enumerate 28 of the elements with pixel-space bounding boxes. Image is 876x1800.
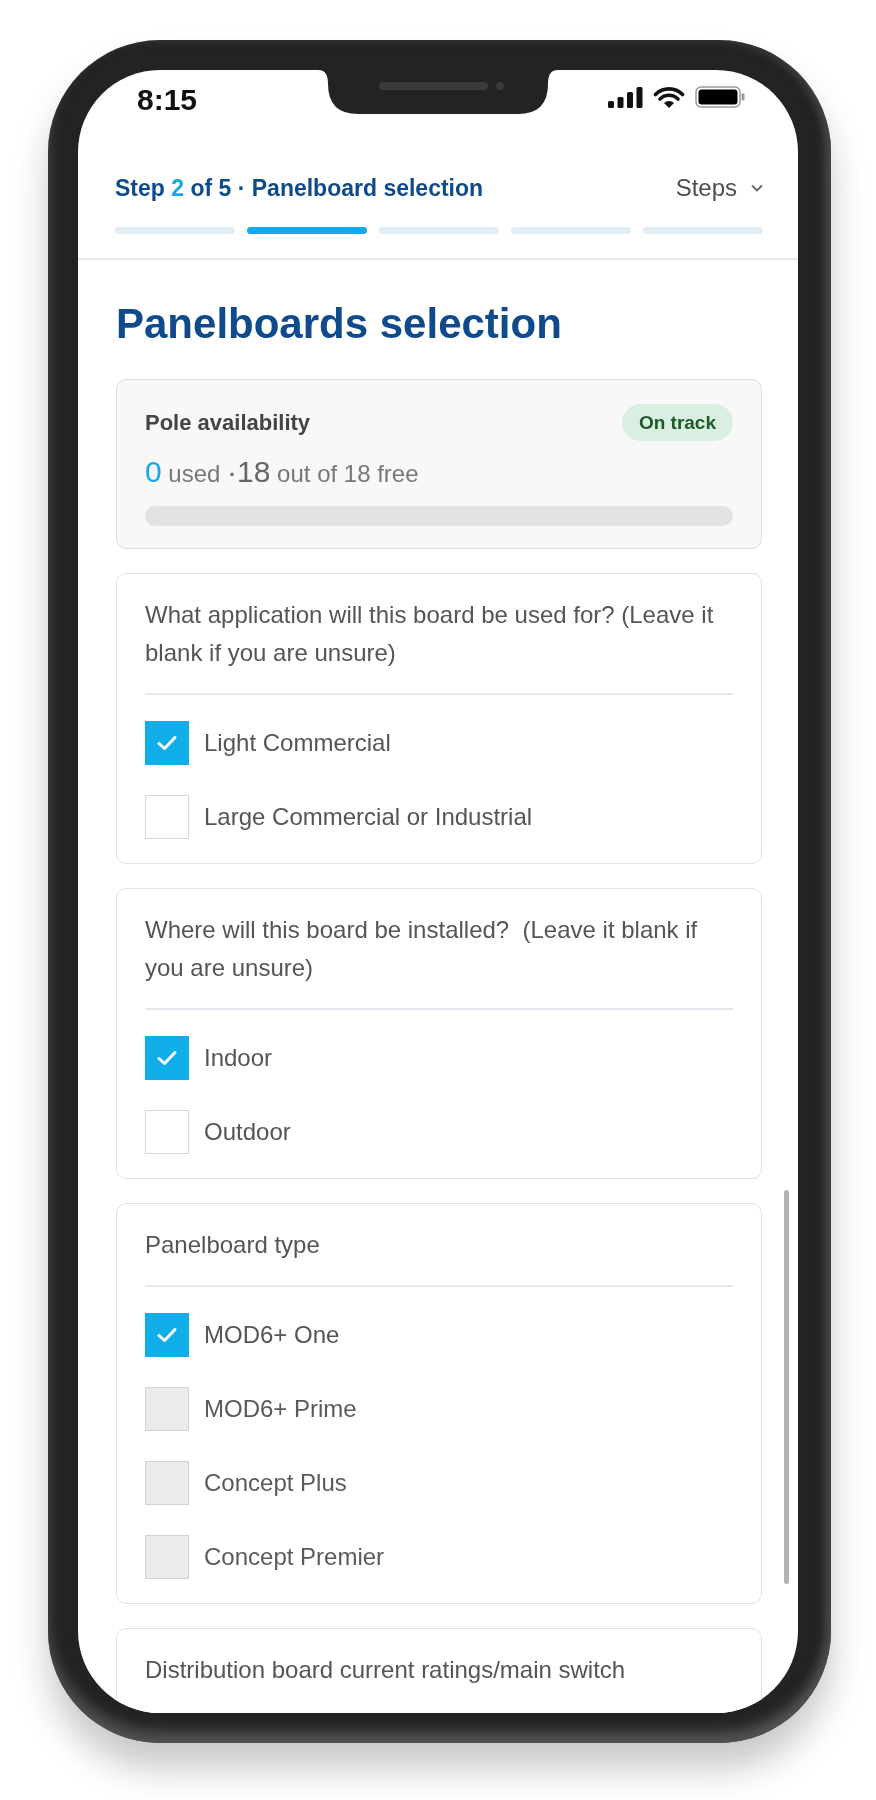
chevron-down-icon <box>751 184 763 192</box>
checkbox[interactable] <box>145 1313 189 1357</box>
option-label[interactable]: Light Commercial <box>204 729 391 757</box>
option-label[interactable]: MOD6+ One <box>204 1321 340 1349</box>
question-text: Distribution board current ratings/main switch <box>145 1655 627 1685</box>
wifi-icon <box>653 86 685 108</box>
checkbox[interactable] <box>145 795 189 839</box>
battery-icon <box>695 86 745 108</box>
question-text: Panelboard type <box>145 1230 321 1260</box>
steps-dropdown[interactable]: Steps <box>675 173 763 203</box>
signal-icon <box>608 86 643 108</box>
checkbox[interactable] <box>145 1110 189 1154</box>
option-label[interactable]: Large Commercial or Industrial <box>204 803 533 831</box>
checkbox[interactable] <box>145 1036 189 1080</box>
pole-availability-title: Pole availability <box>145 409 311 436</box>
pole-usage-text: 0 used ·18 out of 18 free <box>145 454 420 490</box>
option-label[interactable]: Outdoor <box>204 1118 291 1146</box>
checkmark-icon <box>157 735 177 751</box>
option-label[interactable]: Indoor <box>204 1044 273 1072</box>
status-time: 8:15 <box>137 83 198 117</box>
page-title: Panelboards selection <box>116 299 563 349</box>
checkbox[interactable] <box>145 721 189 765</box>
question-text: Where will this board be installed? (Leave it blank if you are unsure) <box>145 915 699 983</box>
status-badge: On track <box>621 404 733 441</box>
checkmark-icon <box>157 1050 177 1066</box>
step-title: Step 2 of 5 · Panelboard selection <box>115 174 484 203</box>
checkmark-icon <box>157 1327 177 1343</box>
question-text: What application will this board be used for? (Leave it blank if you are unsure) <box>145 600 715 668</box>
